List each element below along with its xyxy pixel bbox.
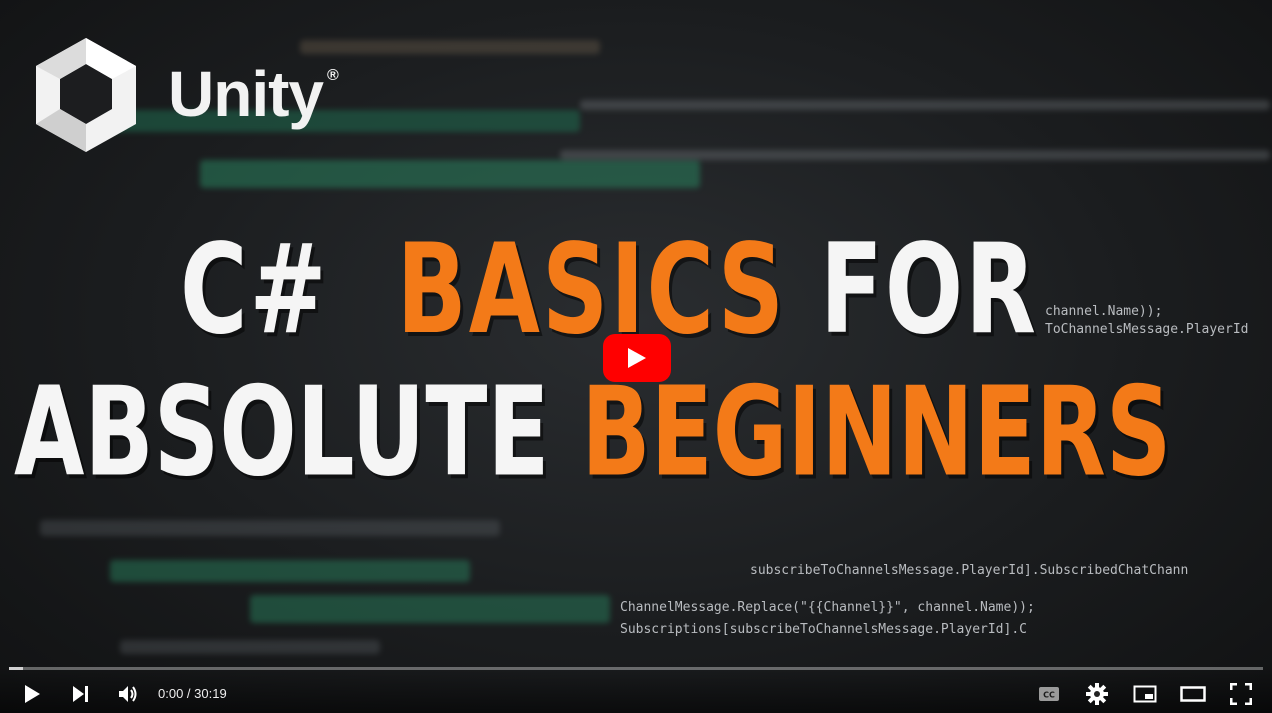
svg-text:CC: CC [1043,691,1055,700]
title-csharp: C# [180,217,329,362]
captions-button[interactable]: CC [1033,678,1065,710]
title-basics: BASICS [396,217,786,362]
settings-button[interactable] [1081,678,1113,710]
unity-logo: Unity ® [30,34,339,154]
next-icon [73,686,88,702]
play-icon [628,348,646,368]
video-player[interactable]: channel.Name)); ToChannelsMessage.Player… [0,0,1272,713]
title-beginners: BEGINNERS [581,362,1172,505]
title-absolute: ABSOLUTE [14,362,550,505]
progress-bar[interactable] [9,667,1263,670]
mute-button[interactable] [112,678,144,710]
time-display: 0:00 / 30:19 [158,686,227,701]
title-for: FOR [820,217,1038,362]
play-button[interactable] [16,678,48,710]
progress-fill [9,667,23,670]
unity-wordmark: Unity ® [168,57,339,131]
code-line: Subscriptions[subscribeToChannelsMessage… [620,622,1027,637]
title-line-1: C# BASICS FOR [180,227,1038,352]
code-line: channel.Name)); [1045,304,1163,319]
registered-mark: ® [327,67,339,84]
theater-icon [1180,686,1206,702]
next-button[interactable] [64,678,96,710]
volume-icon [119,686,137,702]
fullscreen-icon [1230,683,1252,705]
settings-icon [1086,683,1108,705]
brand-name: Unity [168,58,324,130]
theater-mode-button[interactable] [1177,678,1209,710]
play-icon [25,685,40,703]
code-line: subscribeToChannelsMessage.PlayerId].Sub… [750,563,1189,578]
miniplayer-button[interactable] [1129,678,1161,710]
time-separator: / [183,686,195,701]
large-play-button[interactable] [603,334,671,382]
current-time: 0:00 [158,686,184,701]
duration: 30:19 [194,686,227,701]
captions-icon: CC [1039,687,1059,701]
unity-cube-icon [36,38,136,152]
code-line: ToChannelsMessage.PlayerId [1045,322,1249,337]
fullscreen-button[interactable] [1225,678,1257,710]
code-line: ChannelMessage.Replace("{{Channel}}", ch… [620,600,1035,615]
miniplayer-icon [1133,685,1157,703]
title-line-2: ABSOLUTE BEGINNERS [14,372,1171,495]
